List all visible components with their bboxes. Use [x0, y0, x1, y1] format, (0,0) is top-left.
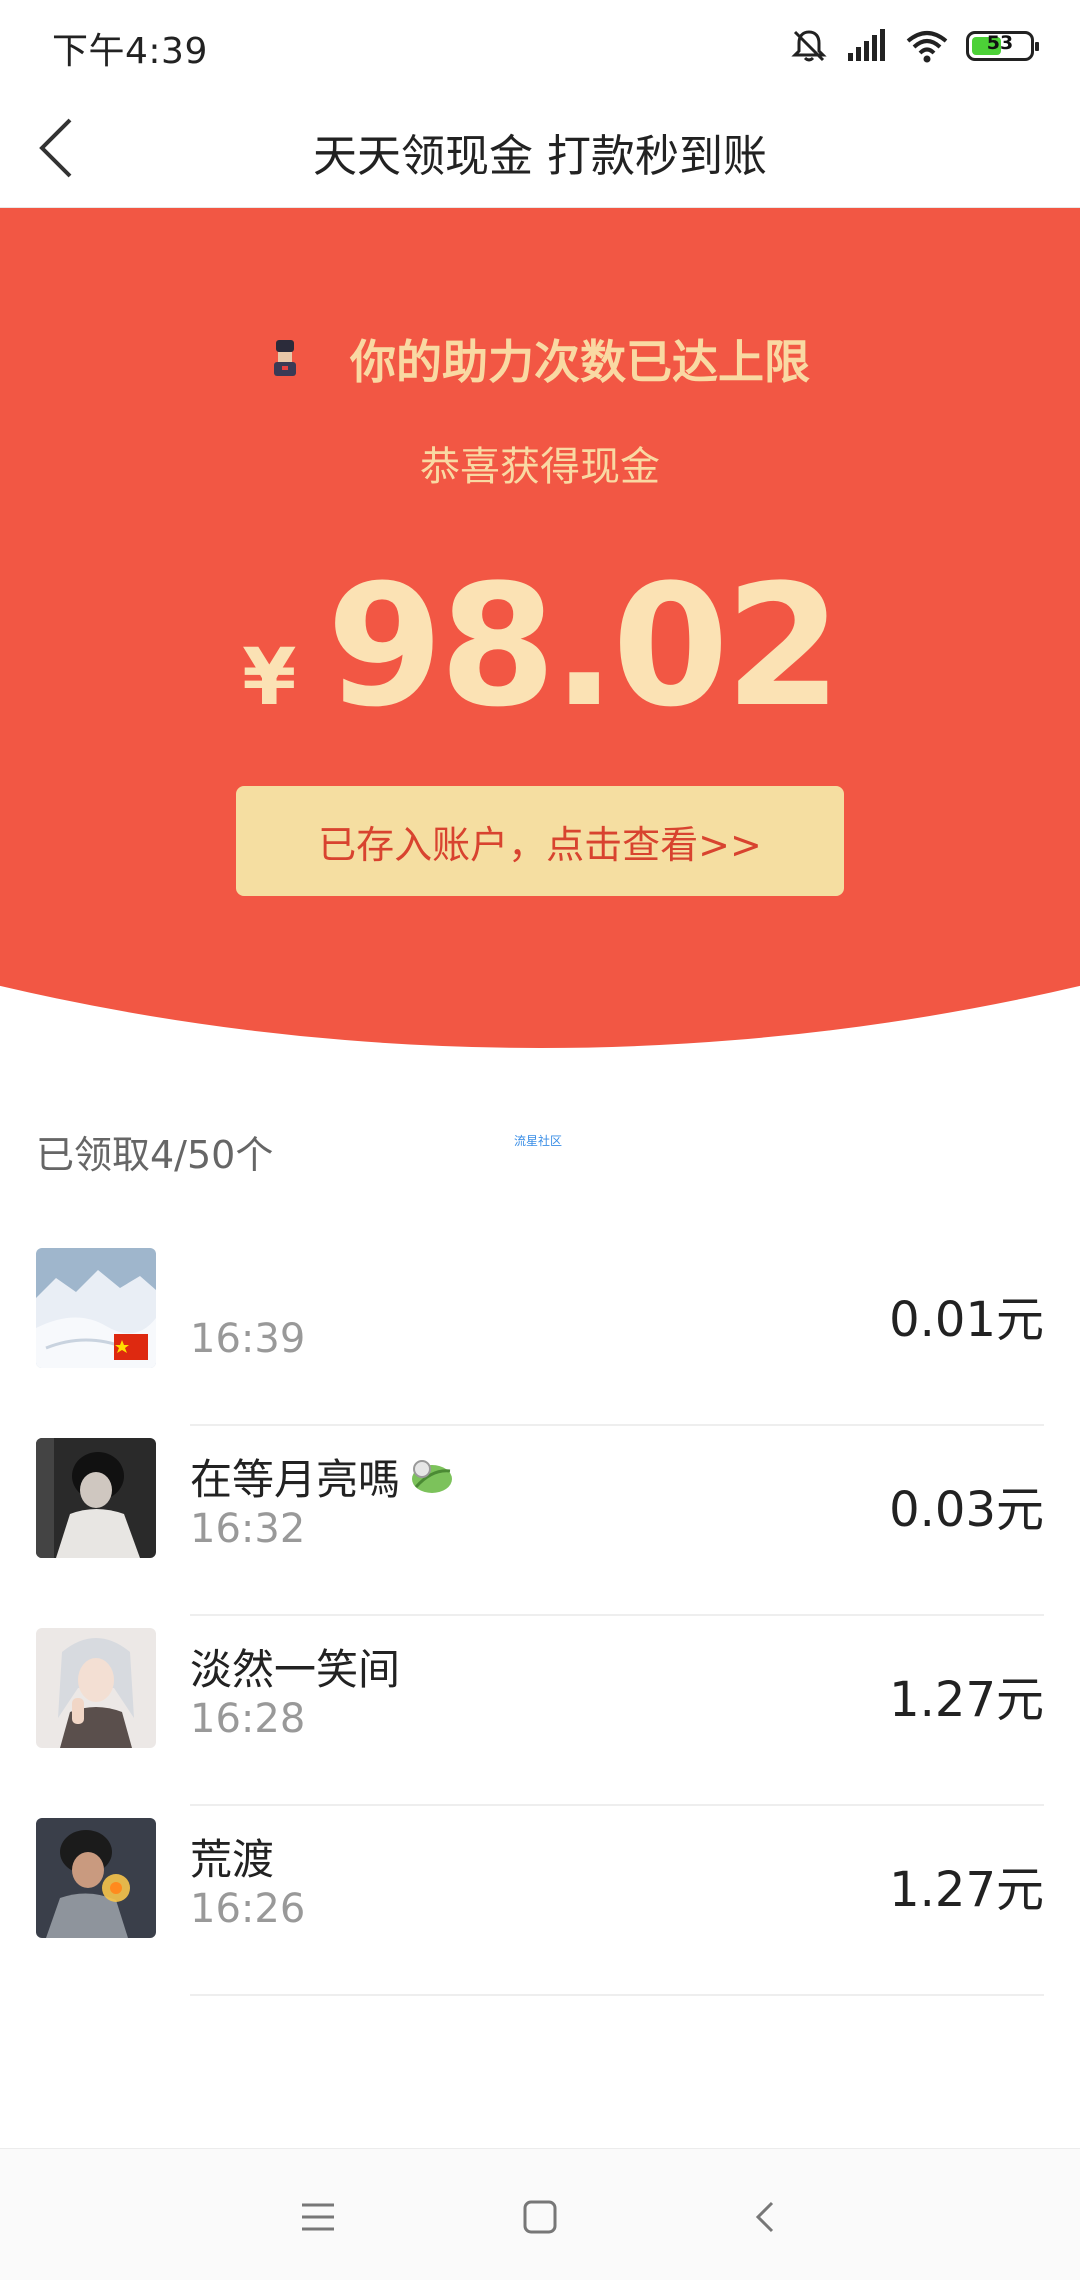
list-item[interactable]: 在等月亮嗎 16:32 0.03元 — [0, 1426, 1080, 1616]
mute-icon — [791, 30, 827, 62]
battery-level: 53 — [986, 32, 1014, 54]
status-time: 下午4:39 — [52, 31, 208, 72]
home-button[interactable] — [510, 2187, 570, 2247]
status-icons: 53 — [790, 26, 1039, 66]
home-icon — [523, 2200, 557, 2234]
battery-cap — [1035, 42, 1039, 51]
list-item[interactable]: 荒渡 16:26 1.27元 — [0, 1806, 1080, 1996]
person-photo-avatar — [36, 1438, 156, 1558]
record-time: 16:32 — [190, 1506, 306, 1552]
record-amount: 0.03元 — [889, 1482, 1044, 1538]
amount-row: ¥ 98.02 — [0, 548, 1080, 744]
currency-symbol: ¥ — [242, 633, 297, 723]
system-nav-bar — [0, 2148, 1080, 2280]
record-time: 16:39 — [190, 1316, 306, 1362]
record-amount: 1.27元 — [889, 1862, 1044, 1918]
battery-icon: 53 — [966, 31, 1039, 61]
record-name: 在等月亮嗎 — [190, 1455, 401, 1504]
watermark: 流星社区 — [514, 1134, 563, 1148]
record-time: 16:28 — [190, 1696, 306, 1742]
nav-bar: 天天领现金 打款秒到账 — [0, 90, 1080, 208]
reward-hero: 你的助力次数已达上限 恭喜获得现金 ¥ 98.02 已存入账户，点击查看>> — [0, 208, 1080, 1050]
page-root: 下午4:39 53 天天领现金 打款秒到账 你的助力次数已达上限 恭喜获得现金 … — [0, 0, 1080, 2280]
wifi-icon — [906, 31, 948, 63]
signal-icon — [848, 29, 885, 61]
menu-button[interactable] — [288, 2187, 348, 2247]
received-count: 已领取4/50个 — [36, 1133, 274, 1177]
anime-character-avatar — [36, 1628, 156, 1748]
page-title: 天天领现金 打款秒到账 — [313, 131, 767, 182]
status-bar: 下午4:39 53 — [0, 0, 1080, 90]
record-time: 16:26 — [190, 1886, 306, 1932]
record-name: 淡然一笑间 — [190, 1645, 401, 1694]
record-list: 16:39 0.01元 在等月亮嗎 16:32 0.03元 淡然一笑间 16:2… — [0, 1236, 1080, 1996]
record-amount: 1.27元 — [889, 1672, 1044, 1728]
limit-row: 你的助力次数已达上限 — [0, 326, 1080, 392]
back-icon — [755, 2201, 774, 2233]
list-item[interactable]: 淡然一笑间 16:28 1.27元 — [0, 1616, 1080, 1806]
menu-icon — [302, 2203, 334, 2231]
illustration-avatar — [36, 1818, 156, 1938]
record-name: 荒渡 — [190, 1835, 275, 1884]
view-account-button[interactable]: 已存入账户，点击查看>> — [236, 786, 844, 896]
snow-landscape-avatar — [36, 1248, 156, 1368]
leaf-emoji-icon — [412, 1459, 453, 1493]
system-back-button[interactable] — [736, 2187, 796, 2247]
row-divider — [190, 1994, 1044, 1996]
mini-avatar-icon — [274, 340, 296, 376]
list-item[interactable]: 16:39 0.01元 — [0, 1236, 1080, 1426]
congrats-text: 恭喜获得现金 — [420, 444, 660, 490]
record-amount: 0.01元 — [889, 1292, 1044, 1348]
cash-amount: 98.02 — [326, 548, 841, 744]
limit-reached-text: 你的助力次数已达上限 — [350, 335, 810, 389]
record-name-wrap: 在等月亮嗎 — [190, 1446, 456, 1507]
